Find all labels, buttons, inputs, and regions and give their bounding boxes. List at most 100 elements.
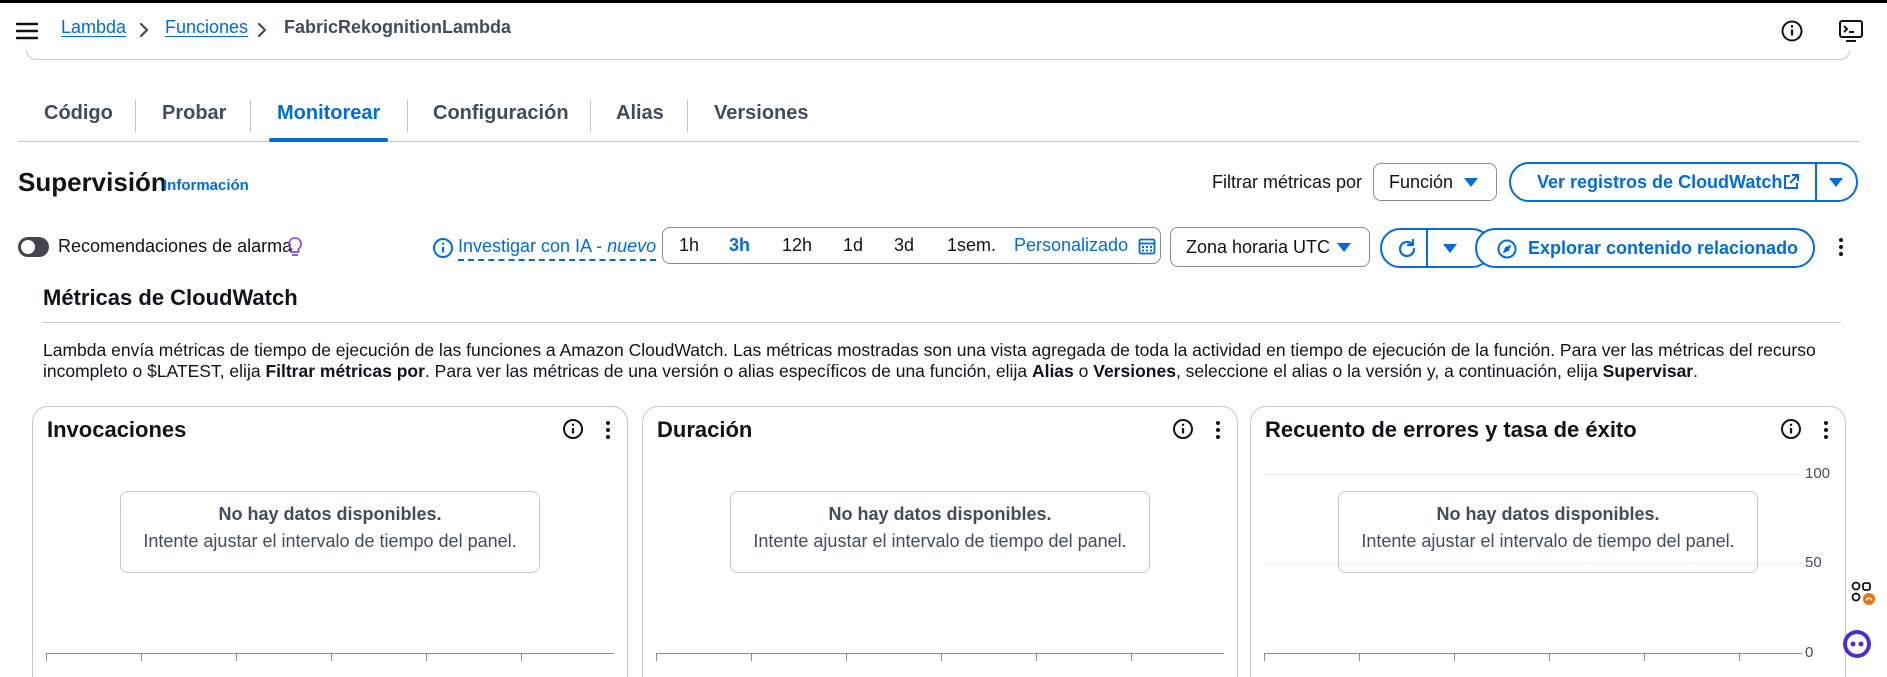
refresh-icon[interactable] <box>1396 238 1418 260</box>
x-axis-tick <box>751 653 752 661</box>
range-option-custom[interactable]: Personalizado <box>1014 235 1128 256</box>
view-cloudwatch-logs-split-button: Ver registros de CloudWatch <box>1509 162 1858 202</box>
info-icon[interactable] <box>1780 19 1804 43</box>
external-link-icon <box>1782 173 1800 191</box>
split-divider <box>1426 228 1428 268</box>
collapsed-panel-edge <box>26 50 1850 60</box>
tab-divider <box>250 100 251 132</box>
range-option-1d[interactable]: 1d <box>843 235 863 256</box>
x-axis-tick <box>656 653 657 661</box>
y-axis-label: 100 <box>1805 465 1831 482</box>
x-axis-line <box>46 653 614 654</box>
x-axis-tick <box>1739 653 1740 661</box>
hamburger-icon[interactable] <box>16 20 38 42</box>
cloudshell-icon[interactable] <box>1838 19 1863 43</box>
tab-divider <box>407 100 408 132</box>
filter-metrics-value: Función <box>1389 172 1454 192</box>
tab-probar[interactable]: Probar <box>162 92 226 140</box>
range-option-3d[interactable]: 3d <box>894 235 914 256</box>
metrics-description: Lambda envía métricas de tiempo de ejecu… <box>43 340 1816 381</box>
logs-dropdown-caret-icon[interactable] <box>1829 178 1843 187</box>
timezone-select[interactable]: Zona horaria UTC <box>1170 227 1370 267</box>
tab-codigo[interactable]: Código <box>44 92 113 140</box>
section-divider <box>43 322 1841 323</box>
x-axis-tick <box>1131 653 1132 661</box>
tab-divider <box>687 100 688 132</box>
breadcrumb-funciones-link[interactable]: Funciones <box>165 17 248 38</box>
info-icon <box>432 237 454 259</box>
kebab-icon[interactable] <box>1213 419 1223 441</box>
no-data-hint: Intente ajustar el intervalo de tiempo d… <box>753 531 1127 551</box>
kebab-icon[interactable] <box>603 419 613 441</box>
gridline <box>1264 474 1802 475</box>
info-icon[interactable] <box>1172 418 1196 442</box>
alarm-recommendations-label: Recomendaciones de alarma <box>58 236 293 256</box>
info-icon[interactable] <box>562 418 586 442</box>
metric-card-invocaciones: Invocaciones No hay datos disponibles. I… <box>32 406 628 677</box>
x-axis-tick <box>1454 653 1455 661</box>
no-data-title: No hay datos disponibles. <box>218 504 442 524</box>
timezone-value: Zona horaria UTC <box>1186 237 1331 257</box>
tab-alias[interactable]: Alias <box>616 92 664 140</box>
x-axis-line <box>656 653 1224 654</box>
refresh-dropdown-caret-icon[interactable] <box>1443 244 1457 253</box>
investigate-with-ai-label: Investigar con IA - <box>458 236 608 256</box>
lightbulb-icon <box>287 236 303 258</box>
info-link[interactable]: Información <box>163 177 249 194</box>
caret-down-icon <box>1464 178 1478 187</box>
no-data-message: No hay datos disponibles. Intente ajusta… <box>730 491 1150 573</box>
range-option-12h[interactable]: 12h <box>782 235 812 256</box>
metric-card-duracion: Duración No hay datos disponibles. Inten… <box>642 406 1238 677</box>
alarm-recommendations-toggle[interactable] <box>18 237 49 257</box>
chevron-right-icon <box>138 22 150 38</box>
tab-divider <box>590 100 591 132</box>
card-title: Invocaciones <box>47 417 187 442</box>
time-range-selector: 1h 3h 12h 1d 3d 1sem. Personalizado <box>662 227 1161 264</box>
function-tabs: Código Probar Monitorear Configuración A… <box>18 92 1860 142</box>
caret-down-icon <box>1337 243 1351 252</box>
x-axis-tick <box>46 653 47 661</box>
x-axis-tick <box>1644 653 1645 661</box>
x-axis-tick <box>236 653 237 661</box>
kebab-icon[interactable] <box>1821 419 1831 441</box>
metrics-section-title: Métricas de CloudWatch <box>43 285 298 310</box>
x-axis-tick <box>426 653 427 661</box>
y-axis-label: 50 <box>1805 554 1822 571</box>
x-axis-line <box>1264 653 1802 654</box>
no-data-title: No hay datos disponibles. <box>1436 504 1660 524</box>
assistant-icon[interactable] <box>1841 628 1873 660</box>
chevron-right-icon <box>256 22 268 38</box>
new-badge: nuevo <box>607 236 657 256</box>
split-divider <box>1815 162 1817 202</box>
range-option-1sem[interactable]: 1sem. <box>947 235 996 256</box>
x-axis-tick <box>1264 653 1265 661</box>
tab-monitorear[interactable]: Monitorear <box>268 92 389 142</box>
info-icon[interactable] <box>1780 418 1804 442</box>
top-navigation-bar: Lambda Funciones FabricRekognitionLambda <box>0 0 1887 56</box>
x-axis-tick <box>331 653 332 661</box>
page-title: Supervisión <box>18 167 167 197</box>
y-axis-label: 0 <box>1805 644 1814 661</box>
explore-related-content-button[interactable]: Explorar contenido relacionado <box>1475 228 1815 268</box>
filter-metrics-label: Filtrar métricas por <box>1212 172 1363 192</box>
filter-metrics-select[interactable]: Función <box>1373 163 1497 201</box>
view-cloudwatch-logs-button[interactable]: Ver registros de CloudWatch <box>1537 172 1782 193</box>
explore-related-content-label: Explorar contenido relacionado <box>1528 238 1799 258</box>
breadcrumb-lambda-link[interactable]: Lambda <box>61 17 126 38</box>
no-data-message: No hay datos disponibles. Intente ajusta… <box>120 491 540 573</box>
apps-notification-icon[interactable] <box>1850 580 1876 606</box>
calendar-icon[interactable] <box>1138 237 1156 255</box>
breadcrumb-current: FabricRekognitionLambda <box>284 17 512 37</box>
range-option-1h[interactable]: 1h <box>679 235 699 256</box>
no-data-title: No hay datos disponibles. <box>828 504 1052 524</box>
x-axis-tick <box>521 653 522 661</box>
no-data-message: No hay datos disponibles. Intente ajusta… <box>1338 491 1758 573</box>
range-option-3h[interactable]: 3h <box>729 235 750 256</box>
compass-icon <box>1497 239 1517 259</box>
investigate-with-ai-link[interactable]: Investigar con IA - nuevo <box>458 236 657 261</box>
tab-versiones[interactable]: Versiones <box>714 92 809 140</box>
tab-configuracion[interactable]: Configuración <box>433 92 569 140</box>
card-title: Duración <box>657 417 753 442</box>
kebab-icon[interactable] <box>1836 236 1846 258</box>
card-title: Recuento de errores y tasa de éxito <box>1265 417 1637 442</box>
